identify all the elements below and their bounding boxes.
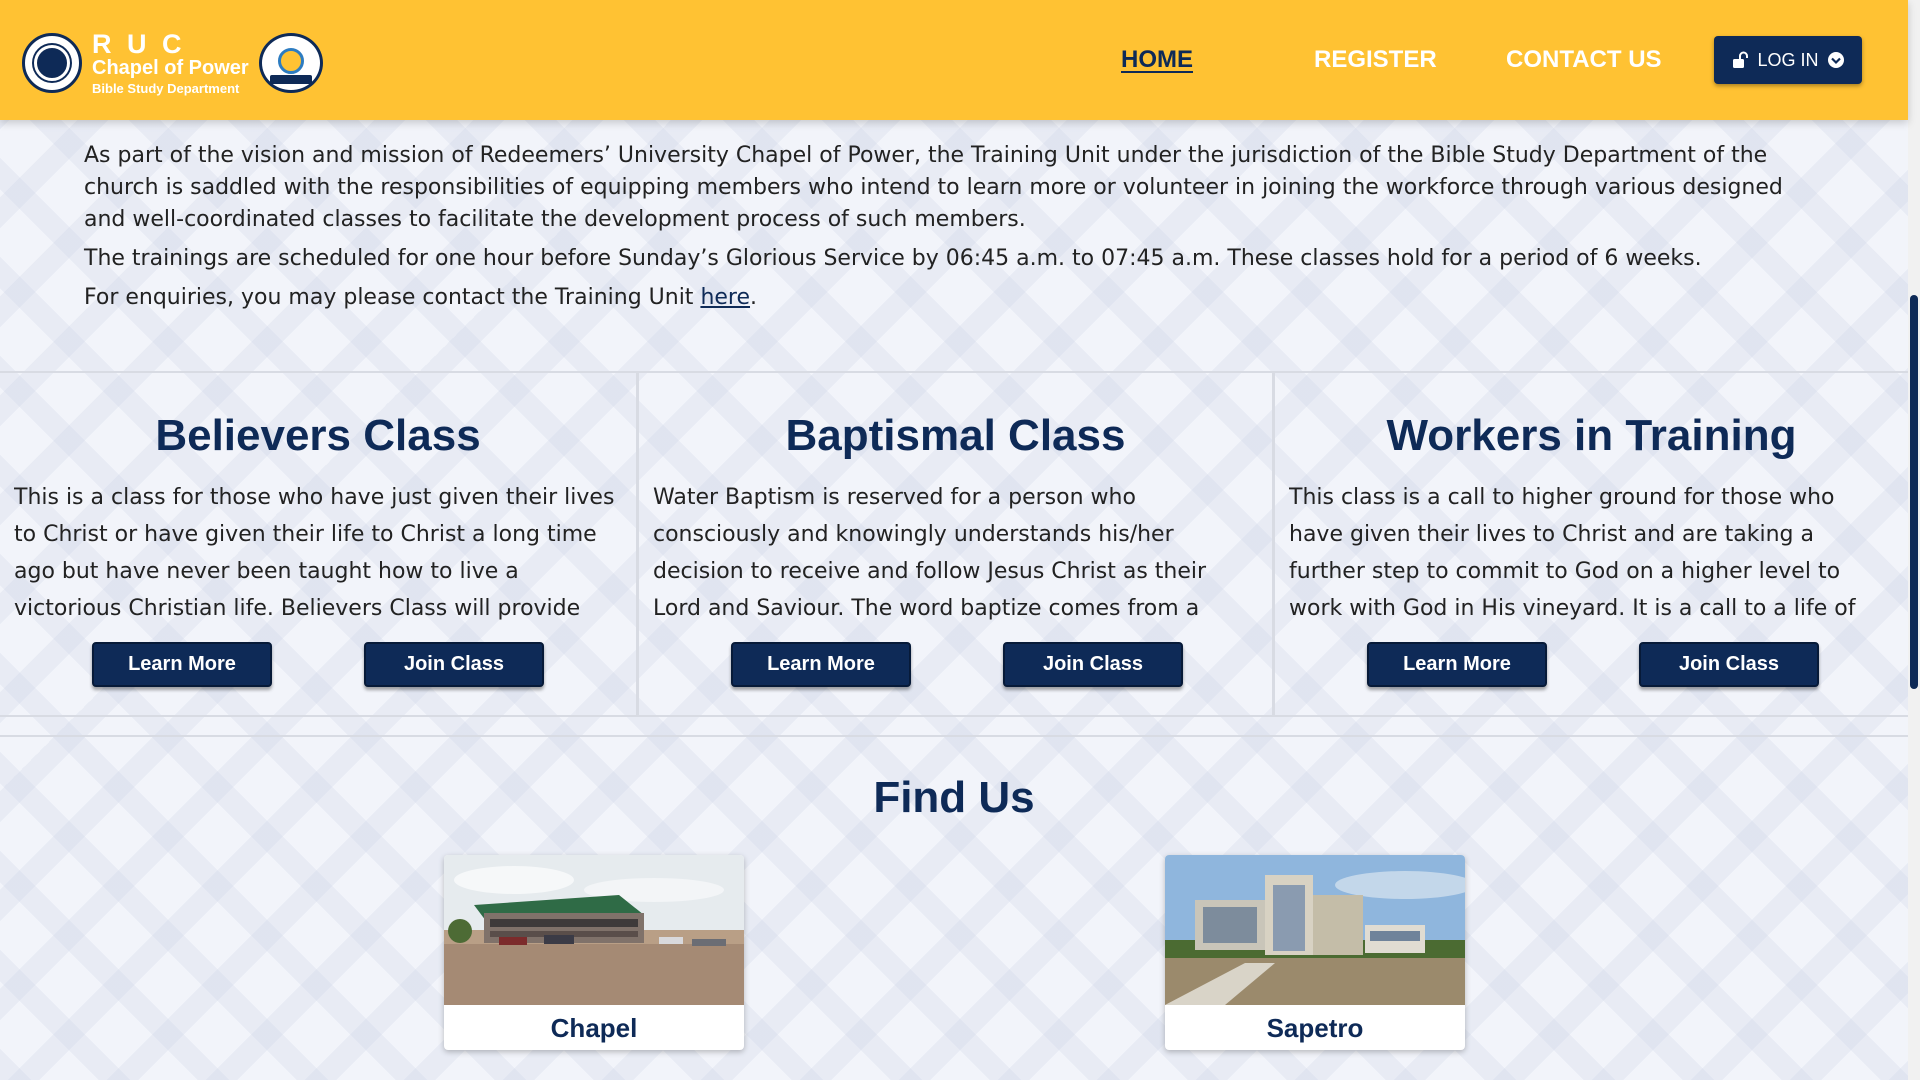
nav-register[interactable]: REGISTER	[1314, 46, 1437, 74]
chapel-logo-icon	[22, 33, 82, 93]
class-description: This class is a call to higher ground fo…	[1289, 485, 1856, 621]
brand-main: R U C	[92, 29, 186, 59]
learn-more-button[interactable]: Learn More	[92, 642, 272, 687]
learn-more-button[interactable]: Learn More	[1367, 642, 1547, 687]
section-divider	[0, 735, 1908, 737]
class-card-workers: Workers in Training This class is a call…	[1272, 373, 1908, 715]
contact-here-link[interactable]: here	[700, 285, 750, 310]
join-class-button[interactable]: Join Class	[1639, 642, 1819, 687]
university-badge-icon	[258, 33, 323, 93]
join-class-button[interactable]: Join Class	[364, 642, 544, 687]
scrollbar-thumb[interactable]	[1910, 295, 1918, 689]
location-card-sapetro[interactable]: Sapetro	[1165, 855, 1465, 1050]
page: R U C Chapel of Power Bible Study Depart…	[0, 0, 1908, 1080]
intro-contact-suffix: .	[750, 285, 758, 310]
intro-section: As part of the vision and mission of Red…	[84, 140, 1814, 321]
brand-sub: Chapel of Power	[92, 57, 249, 80]
location-name: Chapel	[550, 1013, 638, 1043]
nav-contact-us[interactable]: CONTACT US	[1506, 46, 1662, 74]
intro-paragraph-3: For enquiries, you may please contact th…	[84, 282, 1814, 314]
class-title: Baptismal Class	[785, 411, 1126, 460]
class-card-believers: Believers Class This is a class for thos…	[0, 373, 636, 715]
brand[interactable]: R U C Chapel of Power Bible Study Depart…	[22, 28, 323, 98]
join-class-button[interactable]: Join Class	[1003, 642, 1183, 687]
chevron-down-circle-icon	[1827, 52, 1844, 68]
chapel-photo	[444, 855, 744, 1005]
nav-home[interactable]: HOME	[1121, 46, 1193, 74]
location-name: Sapetro	[1266, 1013, 1364, 1043]
intro-paragraph-1: As part of the vision and mission of Red…	[84, 143, 1783, 232]
class-card-baptismal: Baptismal Class Water Baptism is reserve…	[636, 373, 1272, 715]
brand-dept: Bible Study Department	[92, 81, 240, 97]
site-header: R U C Chapel of Power Bible Study Depart…	[0, 0, 1908, 120]
location-card-chapel[interactable]: Chapel	[444, 855, 744, 1050]
learn-more-button[interactable]: Learn More	[731, 642, 911, 687]
classes-section: Believers Class This is a class for thos…	[0, 371, 1908, 717]
class-description: This is a class for those who have just …	[14, 485, 615, 621]
login-button[interactable]: LOG IN	[1714, 36, 1862, 84]
class-title: Workers in Training	[1386, 411, 1797, 460]
sapetro-photo	[1165, 855, 1465, 1005]
login-label: LOG IN	[1757, 49, 1819, 70]
intro-contact-text: For enquiries, you may please contact th…	[84, 285, 701, 310]
class-description: Water Baptism is reserved for a person w…	[653, 485, 1207, 621]
intro-paragraph-2: The trainings are scheduled for one hour…	[84, 246, 1702, 271]
brand-text: R U C Chapel of Power Bible Study Depart…	[92, 30, 249, 96]
lock-open-icon	[1733, 51, 1749, 68]
page-scrollbar[interactable]	[1908, 0, 1920, 1080]
class-title: Believers Class	[155, 411, 481, 460]
find-us-title: Find Us	[873, 773, 1035, 822]
